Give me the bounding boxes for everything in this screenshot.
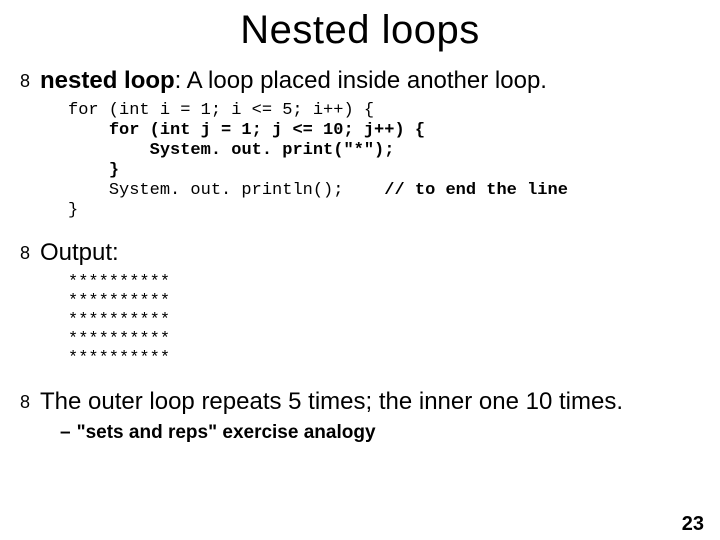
bullet-2-text: Output:	[40, 239, 119, 267]
bullet-3: 8 The outer loop repeats 5 times; the in…	[18, 388, 702, 416]
output-line: **********	[68, 349, 170, 368]
output-line: **********	[68, 311, 170, 330]
sub-bullet-dash: –	[60, 422, 71, 443]
code-l4-indent	[68, 161, 109, 180]
code-l2-indent	[68, 121, 109, 140]
bullet-icon: 8	[18, 67, 32, 95]
code-l1: for (int i = 1; i <= 5; i++) {	[68, 101, 374, 120]
bullet-2: 8 Output:	[18, 239, 702, 267]
term-nested-loop: nested loop	[40, 67, 175, 94]
bullet-3-text: The outer loop repeats 5 times; the inne…	[40, 388, 623, 416]
slide-title: Nested loops	[0, 8, 720, 53]
bullet-1: 8 nested loop: A loop placed inside anot…	[18, 67, 702, 95]
bullet-1-rest: : A loop placed inside another loop.	[175, 67, 547, 94]
code-l5: System. out. println();	[109, 181, 384, 200]
output-line: **********	[68, 330, 170, 349]
code-l2: for (int j = 1; j <= 10; j++) {	[109, 121, 425, 140]
code-l5-comment: // to end the line	[384, 181, 568, 200]
code-l4: }	[109, 161, 119, 180]
code-block: for (int i = 1; i <= 5; i++) { for (int …	[68, 101, 702, 221]
sub-bullet-text: "sets and reps" exercise analogy	[77, 422, 376, 443]
bullet-icon: 8	[18, 239, 32, 267]
code-l5-indent	[68, 181, 109, 200]
slide: Nested loops 8 nested loop: A loop place…	[0, 8, 720, 540]
output-line: **********	[68, 273, 170, 292]
slide-body: 8 nested loop: A loop placed inside anot…	[0, 67, 720, 444]
output-line: **********	[68, 292, 170, 311]
sub-bullet: –"sets and reps" exercise analogy	[60, 422, 702, 444]
code-l6: }	[68, 201, 78, 220]
bullet-1-text: nested loop: A loop placed inside anothe…	[40, 67, 547, 95]
page-number: 23	[682, 513, 704, 536]
code-l3-indent	[68, 141, 150, 160]
output-block: ********** ********** ********** *******…	[68, 273, 702, 368]
bullet-icon: 8	[18, 388, 32, 416]
code-l3: System. out. print("*");	[150, 141, 395, 160]
